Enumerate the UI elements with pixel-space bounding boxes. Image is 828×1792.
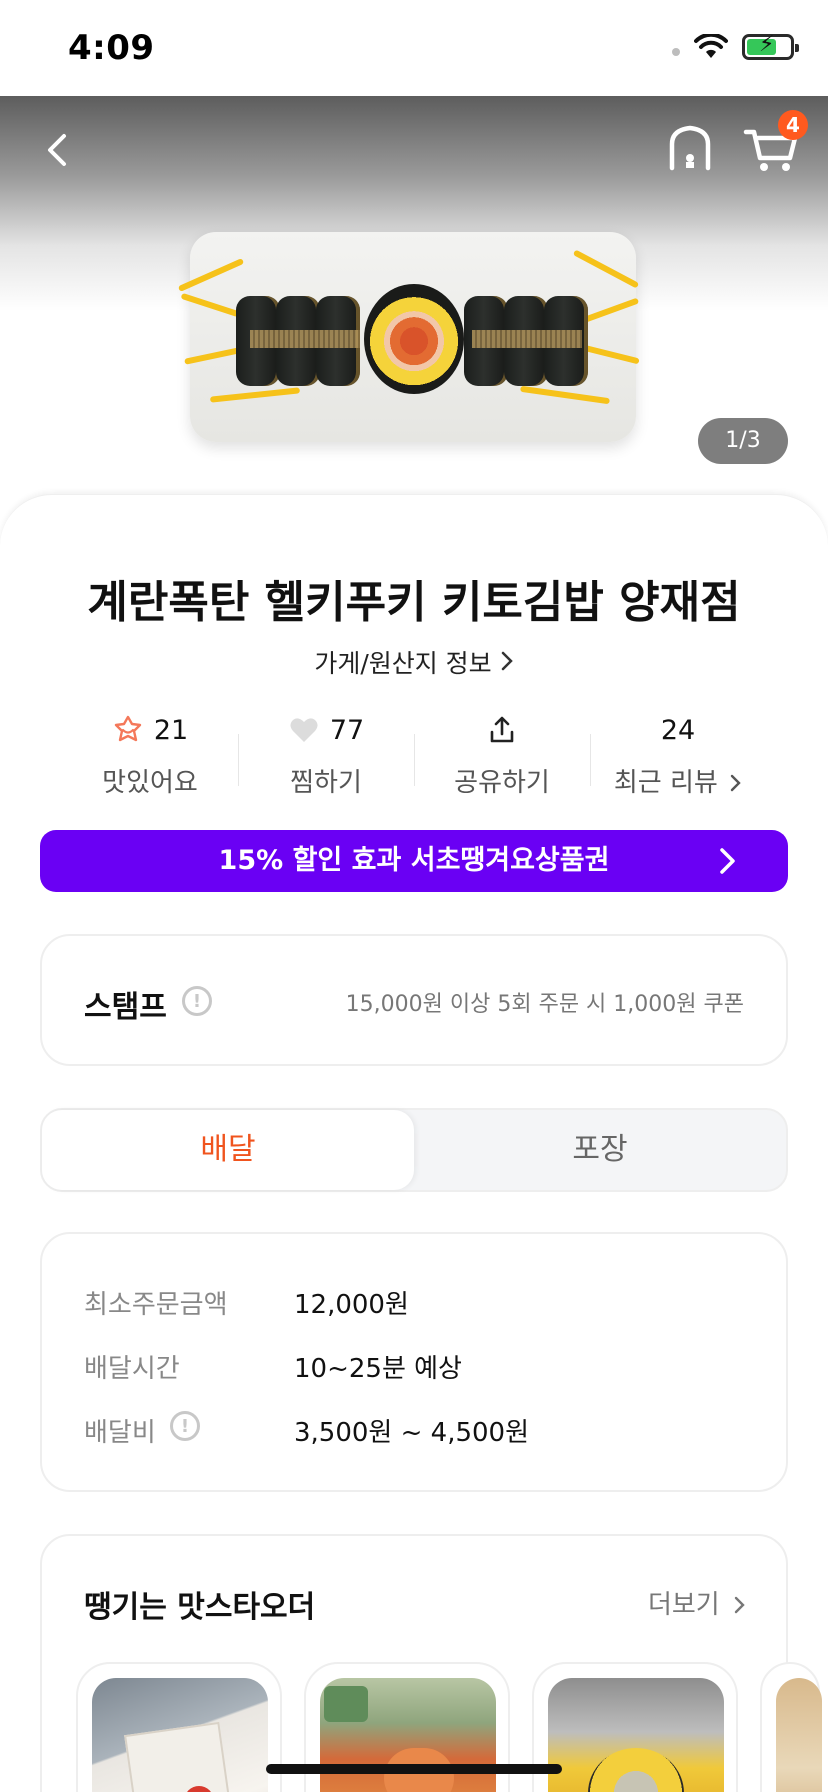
stat-tasty-count: 21 bbox=[153, 714, 189, 746]
chevron-right-icon bbox=[500, 649, 514, 678]
store-thumbnail bbox=[548, 1678, 724, 1792]
stat-favorite[interactable]: 77 찜하기 bbox=[238, 710, 414, 800]
status-time: 4:09 bbox=[68, 28, 155, 68]
tab-pickup[interactable]: 포장 bbox=[414, 1110, 786, 1190]
battery-icon: ⚡ bbox=[742, 34, 799, 60]
chevron-right-icon bbox=[730, 774, 741, 792]
stat-tasty[interactable]: 21 맛있어요 bbox=[62, 710, 238, 800]
store-stats: 21 맛있어요 77 찜하기 공유하기 24 최근 리뷰 bbox=[62, 710, 766, 800]
tab-delivery[interactable]: 배달 bbox=[42, 1110, 414, 1190]
wifi-icon bbox=[694, 34, 728, 58]
store-info-link[interactable]: 가게/원산지 정보 bbox=[0, 644, 828, 680]
product-gallery[interactable]: 4 1/3 bbox=[0, 96, 828, 516]
stat-reviews[interactable]: 24 최근 리뷰 bbox=[590, 710, 766, 800]
store-thumbnail bbox=[776, 1678, 822, 1792]
store-name: 계란폭탄 헬키푸키 키토김밥 양재점 bbox=[87, 577, 741, 628]
store-thumbnail bbox=[320, 1678, 496, 1792]
min-order-value: 12,000원 bbox=[294, 1290, 409, 1320]
back-icon[interactable] bbox=[34, 126, 82, 174]
stat-tasty-label: 맛있어요 bbox=[102, 768, 198, 798]
recommended-store-1[interactable] bbox=[76, 1662, 282, 1792]
min-order-label: 최소주문금액 bbox=[84, 1290, 228, 1320]
home-indicator bbox=[266, 1764, 562, 1774]
delivery-time-value: 10~25분 예상 bbox=[294, 1354, 462, 1384]
promo-text: 15% 할인 효과 서초땡겨요상품권 bbox=[218, 845, 610, 876]
see-more-label: 더보기 bbox=[647, 1590, 720, 1620]
stamp-card: 스탬프 ! 15,000원 이상 5회 주문 시 1,000원 쿠폰 bbox=[40, 934, 788, 1066]
store-info-label: 가게/원산지 정보 bbox=[314, 649, 492, 678]
stat-favorite-label: 찜하기 bbox=[290, 768, 362, 798]
order-type-tabs: 배달 포장 bbox=[40, 1108, 788, 1192]
delivery-fee-label: 배달비 bbox=[84, 1418, 156, 1448]
tasty-badge-icon bbox=[114, 715, 142, 742]
chevron-right-icon bbox=[720, 848, 735, 874]
stamp-description: 15,000원 이상 5회 주문 시 1,000원 쿠폰 bbox=[345, 992, 744, 1017]
stat-reviews-label-text: 최근 리뷰 bbox=[613, 768, 718, 798]
stat-reviews-count: 24 bbox=[660, 714, 696, 746]
delivery-time-label: 배달시간 bbox=[84, 1354, 180, 1384]
store-thumbnail bbox=[92, 1678, 268, 1792]
home-icon[interactable] bbox=[666, 122, 714, 174]
signal-dot-icon bbox=[672, 48, 680, 56]
recommended-store-4[interactable] bbox=[760, 1662, 822, 1792]
info-icon[interactable]: ! bbox=[182, 986, 212, 1016]
stat-share-label: 공유하기 bbox=[454, 768, 550, 798]
cart-count-badge: 4 bbox=[778, 110, 808, 140]
recommendation-card: 땡기는 맛스타오더 더보기 bbox=[40, 1534, 822, 1792]
info-icon[interactable]: ! bbox=[170, 1411, 200, 1441]
see-more-link[interactable]: 더보기 bbox=[648, 1584, 746, 1621]
recommendation-title: 땡기는 맛스타오더 bbox=[84, 1590, 316, 1625]
share-icon bbox=[490, 716, 514, 743]
stat-share[interactable]: 공유하기 bbox=[414, 710, 590, 800]
stamp-title: 스탬프 bbox=[84, 990, 167, 1025]
status-icons: ⚡ bbox=[672, 34, 799, 60]
chevron-right-icon bbox=[734, 1596, 745, 1614]
status-bar: 4:09 ⚡ bbox=[0, 0, 828, 96]
heart-icon bbox=[290, 718, 318, 742]
stat-favorite-count: 77 bbox=[329, 714, 365, 746]
recommended-store-3[interactable] bbox=[532, 1662, 738, 1792]
stat-reviews-label: 최근 리뷰 bbox=[590, 762, 766, 799]
voucher-promo-banner[interactable]: 15% 할인 효과 서초땡겨요상품권 bbox=[40, 830, 788, 892]
delivery-fee-value: 3,500원 ~ 4,500원 bbox=[294, 1418, 530, 1448]
kimbap-roll-image bbox=[236, 284, 606, 394]
gallery-page-indicator: 1/3 bbox=[698, 418, 788, 464]
delivery-info-card: 최소주문금액 12,000원 배달시간 10~25분 예상 배달비 ! 3,50… bbox=[40, 1232, 788, 1492]
